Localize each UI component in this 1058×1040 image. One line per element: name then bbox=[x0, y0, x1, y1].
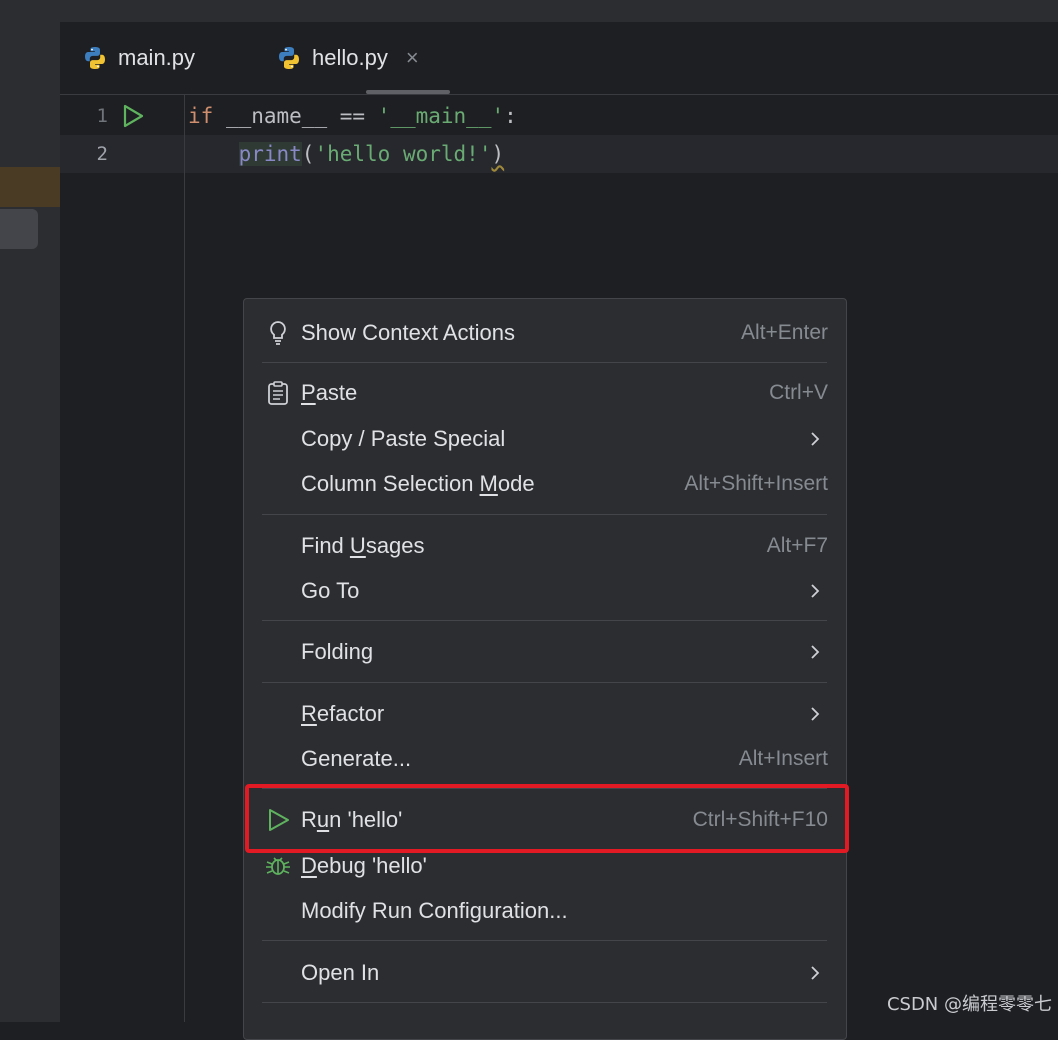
tab-main-py[interactable]: main.py bbox=[82, 22, 195, 94]
lightbulb-icon bbox=[270, 321, 286, 345]
code-text: if __name__ == '__main__': bbox=[188, 104, 517, 128]
menu-item-go-to[interactable]: Go To bbox=[244, 569, 846, 613]
editor-context-menu: Show Context Actions Alt+Enter Paste Ctr… bbox=[243, 298, 847, 1040]
menu-separator bbox=[262, 940, 827, 941]
menu-separator bbox=[262, 514, 827, 515]
line-number: 2 bbox=[96, 143, 108, 165]
code-line-1[interactable]: 1 if __name__ == '__main__': bbox=[60, 97, 1058, 135]
python-icon bbox=[85, 47, 105, 69]
menu-item-folding[interactable]: Folding bbox=[244, 630, 846, 674]
menu-item-show-context-actions[interactable]: Show Context Actions Alt+Enter bbox=[244, 311, 846, 355]
menu-separator bbox=[262, 620, 827, 621]
chevron-right-icon bbox=[811, 645, 820, 659]
run-gutter-icon[interactable] bbox=[122, 104, 144, 128]
menu-item-column-selection-mode[interactable]: Column Selection Mode Alt+Shift+Insert bbox=[244, 462, 846, 506]
menu-item-copy-paste-special[interactable]: Copy / Paste Special bbox=[244, 417, 846, 461]
editor-tab-bar: main.py hello.py × bbox=[60, 22, 1058, 95]
menu-item-generate[interactable]: Generate... Alt+Insert bbox=[244, 737, 846, 781]
title-bar bbox=[0, 0, 1058, 22]
menu-item-find-usages[interactable]: Find Usages Alt+F7 bbox=[244, 524, 846, 568]
chevron-right-icon bbox=[811, 432, 820, 446]
active-tab-indicator bbox=[366, 90, 450, 94]
menu-item-open-in[interactable]: Open In bbox=[244, 951, 846, 995]
tab-main-label: main.py bbox=[118, 45, 196, 70]
tab-hello-label: hello.py bbox=[312, 45, 388, 70]
menu-item-refactor[interactable]: Refactor bbox=[244, 692, 846, 736]
menu-separator bbox=[262, 362, 827, 363]
watermark: CSDN @编程零零七 bbox=[886, 994, 1052, 1015]
code-line-2[interactable]: 2 print('hello world!') bbox=[60, 135, 1058, 173]
annotation-highlight-box bbox=[245, 784, 849, 853]
chevron-right-icon bbox=[811, 707, 820, 721]
project-panel bbox=[0, 22, 60, 1022]
chevron-right-icon bbox=[811, 966, 820, 980]
line-number: 1 bbox=[96, 105, 108, 127]
clipboard-icon bbox=[268, 381, 288, 405]
menu-item-modify-run-configuration[interactable]: Modify Run Configuration... bbox=[244, 889, 846, 933]
tab-hello-py[interactable]: hello.py × bbox=[276, 22, 419, 94]
close-tab-icon[interactable]: × bbox=[406, 45, 419, 71]
menu-separator bbox=[262, 682, 827, 683]
code-text: print('hello world!') bbox=[238, 142, 505, 166]
project-selected-row[interactable] bbox=[0, 167, 60, 207]
chevron-right-icon bbox=[811, 584, 820, 598]
python-icon bbox=[279, 47, 299, 69]
menu-item-paste[interactable]: Paste Ctrl+V bbox=[244, 371, 846, 415]
debug-icon bbox=[266, 857, 290, 875]
menu-separator bbox=[262, 1002, 827, 1003]
project-hover-row[interactable] bbox=[0, 209, 38, 249]
gutter-divider bbox=[184, 95, 185, 1022]
